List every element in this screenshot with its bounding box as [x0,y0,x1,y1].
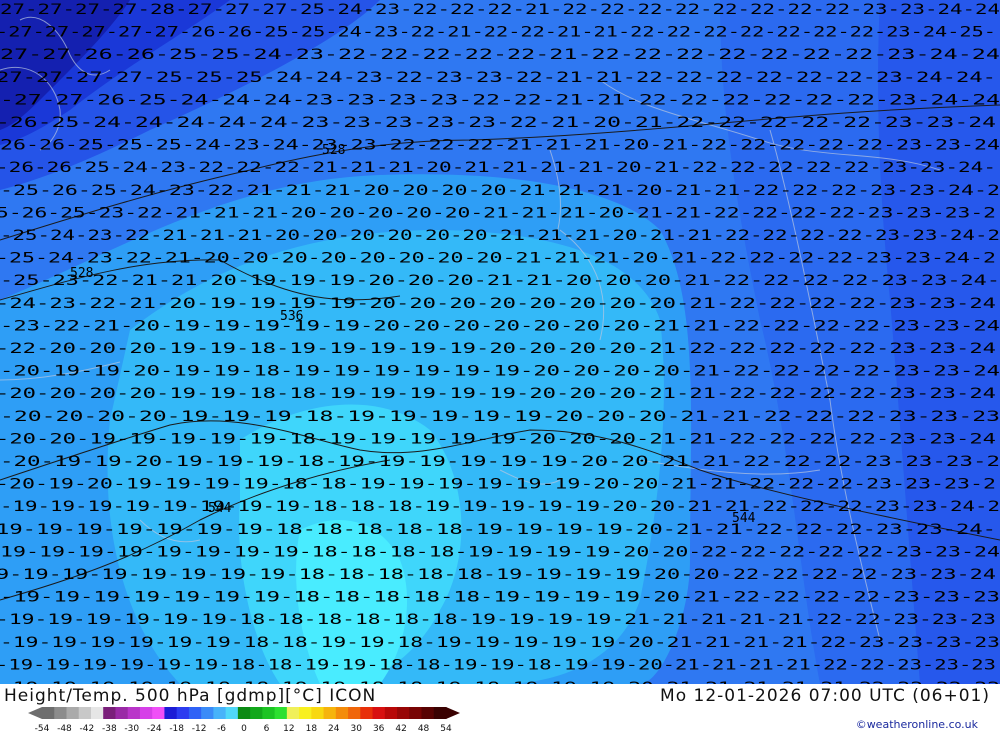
temperature-row: -19-19-19-19-19-19-19-19-18-18-18-19-19-… [0,499,1000,515]
scale-swatch [152,707,165,719]
scale-tick-label: -30 [124,724,139,733]
scale-swatch [66,707,80,719]
temperature-row: -20-20-20-20-19-19-19-18-19-19-19-19-19-… [0,409,1000,425]
scale-swatch [213,707,227,719]
temperature-row: 26-26-25-25-25-24-23-24-23-23-22-22-22-2… [0,138,1000,154]
scale-tick-label: -54 [35,724,50,733]
temperature-row: -24-23-22-21-20-19-19-19-19-20-20-20-20-… [0,296,996,312]
scale-swatch [237,707,251,719]
scale-tick-label: -38 [102,724,117,733]
temperature-row: -20-20-19-19-19-19-19-18-19-19-19-19-19-… [0,431,996,447]
scale-swatch [225,707,239,719]
color-scale: -54 -48 -42 -38 -30 -24 -18 -12 -6 0 6 12 18 24 30 36 42… [28,707,460,734]
temperature-row: -25-23-22-21-21-20-19-19-19-20-20-20-21-… [0,273,1000,289]
temperature-row: -19-19-19-19-19-19-18-18-18-18-18-18-19-… [0,612,996,628]
scale-swatch [54,707,67,719]
temperature-row: 27-27-27-27-28-27-27-27-25-24-23-22-22-2… [0,2,1000,18]
scale-swatch [78,707,92,719]
scale-tick-label: -18 [169,724,184,733]
scale-swatch [299,707,312,719]
scale-swatch [409,707,423,719]
scale-swatch [397,707,410,719]
scale-swatch [384,707,398,719]
scale-tick-label: -42 [80,724,95,733]
temperature-row: -25-26-25-24-23-22-21-21-21-20-20-20-20-… [0,183,1000,199]
scale-arrow-left [28,707,42,719]
temperature-row: 19-19-19-19-19-19-19-18-18-18-18-18-19-1… [0,522,996,538]
temperature-row: -19-19-19-19-19-19-18-18-19-19-18-18-19-… [0,657,996,673]
scale-swatch [262,707,276,719]
temperature-row: 19-19-19-19-19-19-19-19-18-18-18-18-19-1… [0,544,1000,560]
scale-swatch [115,707,129,719]
temperature-row: 5-26-25-23-22-21-21-21-20-20-20-20-20-21… [0,205,996,221]
scale-swatch [348,707,361,719]
temperature-row: -27-27-26-25-24-24-24-23-23-23-23-22-22-… [0,92,1000,108]
scale-swatch [274,707,288,719]
scale-tick-label: 24 [328,724,340,733]
scale-tick-label: -12 [192,724,207,733]
temperature-row: -26-26-25-24-23-22-22-22-21-21-21-20-21-… [0,160,996,176]
temperature-row: -20-19-19-20-19-19-19-18-19-19-19-19-19-… [0,454,1000,470]
scale-swatch [250,707,263,719]
scale-swatch [311,707,325,719]
scale-tick-label: 30 [350,724,362,733]
scale-swatch [90,707,104,719]
scale-swatch [433,707,447,719]
temperature-row: -20-20-20-20-19-19-18-18-19-19-19-19-19-… [0,386,996,402]
scale-swatch [201,707,214,719]
scale-tick-label: 42 [395,724,406,733]
temperature-row: -25-24-23-22-21-20-20-20-20-20-20-20-20-… [0,251,996,267]
scale-swatch [127,707,141,719]
temperature-row: -19-19-19-19-19-19-19-18-18-18-18-18-19-… [0,590,1000,606]
scale-swatch [164,707,178,719]
scale-tick-label: 12 [283,724,294,733]
temperature-row: -20-19-20-19-19-19-19-18-18-19-19-19-19-… [0,477,996,493]
temperature-row: 9-19-19-19-19-19-19-19-18-18-18-18-18-19… [0,567,996,583]
scale-swatch [335,707,349,719]
scale-swatch [360,707,374,719]
scale-tick-label: 48 [418,724,430,733]
scale-arrow-right [446,707,460,719]
weather-map: 528 528 536 544 544 27-27-27-27-28-27-27-27-… [0,0,1000,684]
temperature-row: -19-19-19-19-19-19-18-18-19-19-18-19-19-… [0,635,1000,651]
credit-link[interactable]: ©weatheronline.co.uk [856,718,978,731]
scale-swatch [286,707,300,719]
scale-swatch [323,707,337,719]
scale-tick-label: 6 [264,724,270,733]
temperature-row: -27-27-27-27-27-26-26-25-25-24-23-22-21-… [0,25,996,41]
map-datetime: Mo 12-01-2026 07:00 UTC (06+01) [660,686,990,706]
scale-swatch [176,707,190,719]
temperature-row: 27-27-26-26-25-25-24-23-22-22-22-22-22-2… [0,47,1000,63]
scale-swatch [372,707,386,719]
scale-swatch [139,707,153,719]
temperature-row: -25-24-23-22-21-21-21-20-20-20-20-20-20-… [0,228,1000,244]
scale-tick-label: 18 [306,724,318,733]
color-scale-legend: -54 -48 -42 -38 -30 -24 -18 -12 -6 0 6 12 18 24 30 36 42… [28,707,468,734]
scale-swatch [103,707,116,719]
temperature-label-layer: 27-27-27-27-28-27-27-27-25-24-23-22-22-2… [0,2,1000,684]
temperature-row: -20-19-19-20-19-19-18-19-19-19-19-19-19-… [0,364,1000,380]
scale-tick-label: 36 [373,724,385,733]
temperature-row: 27-27-27-27-25-25-25-24-24-23-22-23-23-2… [0,70,996,86]
map-canvas: 528528536544544 27-27-27-27-28-27-27-27-… [0,0,1000,684]
scale-tick-label: -6 [217,724,226,733]
scale-swatch [421,707,435,719]
temperature-row: -26-25-24-24-24-24-24-23-23-23-23-23-22-… [0,115,996,131]
map-title: Height/Temp. 500 hPa [gdmp][°C] ICON [4,686,377,706]
scale-tick-label: 54 [440,724,452,733]
scale-tick-label: -24 [147,724,162,733]
scale-swatch [42,707,55,719]
scale-swatch [188,707,202,719]
scale-tick-label: 0 [241,724,247,733]
temperature-row: -22-20-20-20-19-19-18-19-19-19-19-19-20-… [0,341,996,357]
scale-tick-label: -48 [57,724,72,733]
temperature-row: -23-22-21-20-19-19-19-19-19-20-20-20-20-… [0,318,1000,334]
